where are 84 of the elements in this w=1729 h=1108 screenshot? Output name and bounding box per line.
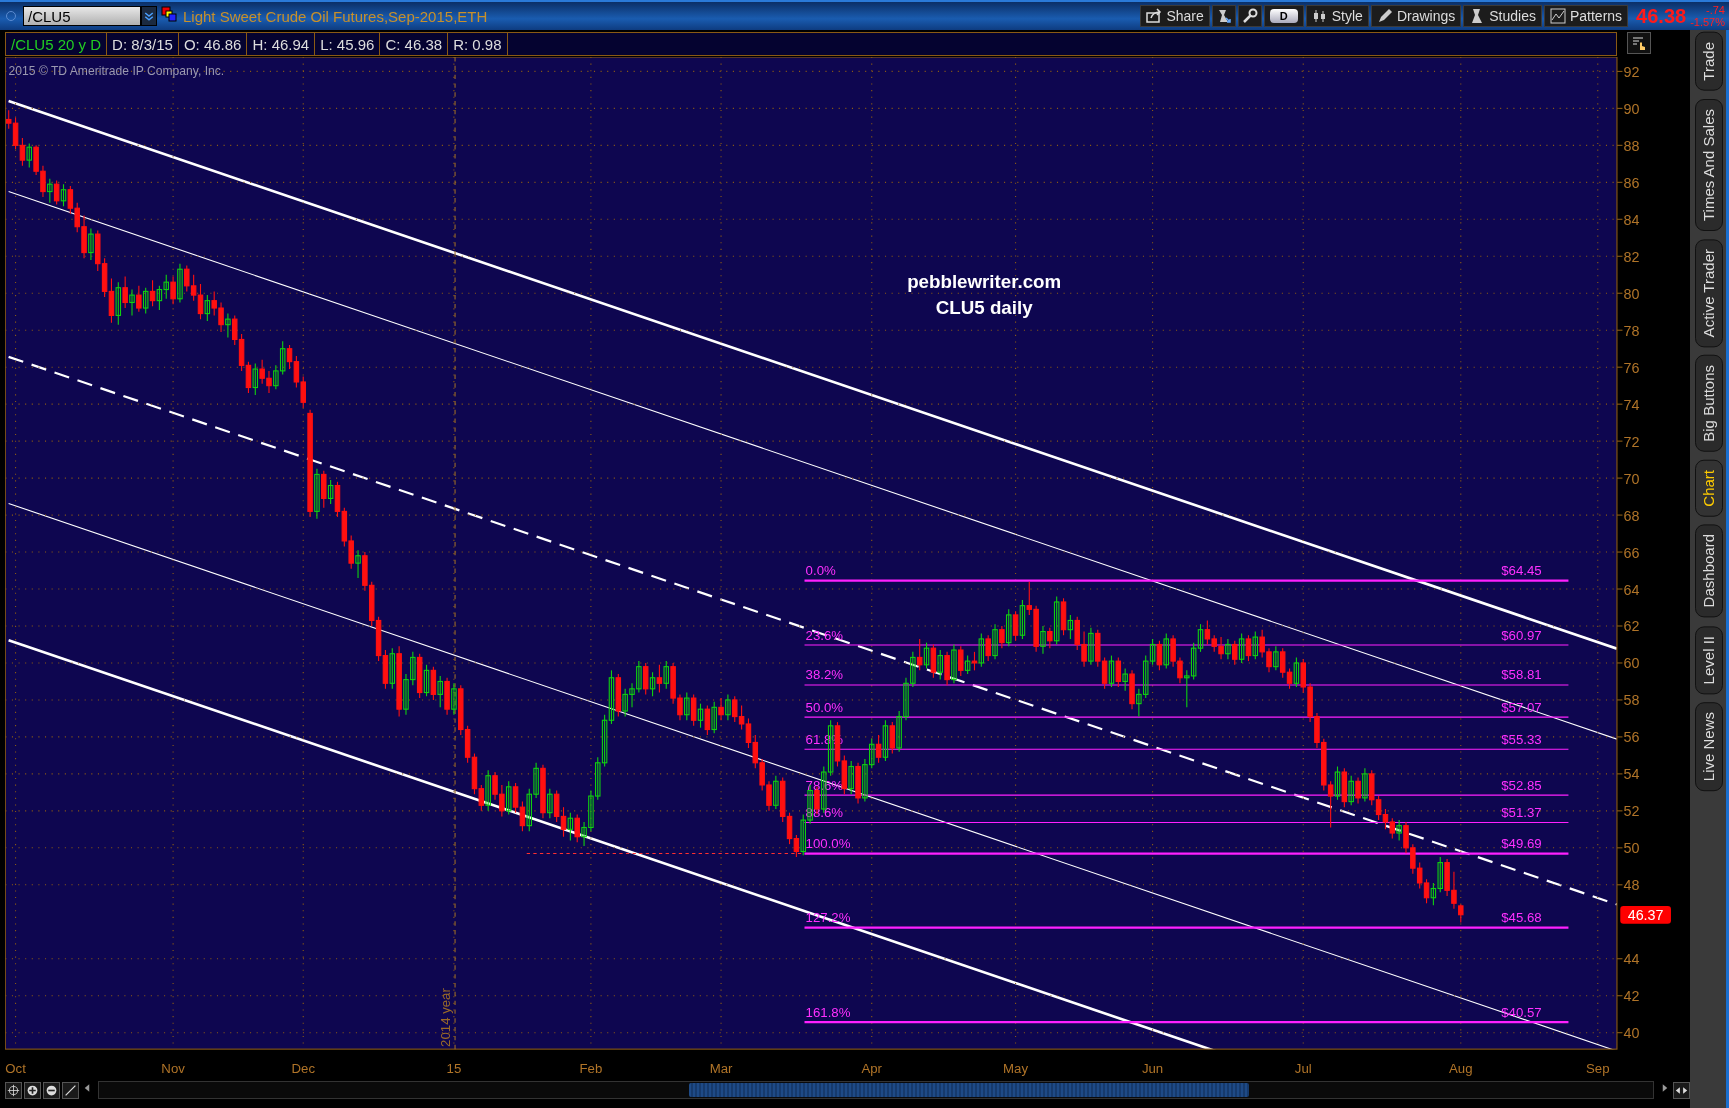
ohlc-value: D: 8/3/15	[107, 33, 179, 55]
current-price-tag: 46.37	[1620, 906, 1671, 924]
price-axis-label: 50	[1623, 840, 1640, 857]
style-button[interactable]: Style	[1305, 5, 1369, 27]
month-label: Feb	[579, 1061, 603, 1077]
price-axis-label: 84	[1623, 211, 1640, 228]
month-label: Oct	[5, 1061, 26, 1077]
price-axis-label: 68	[1623, 507, 1640, 524]
fib-percent-label: 38.2%	[805, 667, 844, 683]
fib-percent-label: 161.8%	[805, 1004, 851, 1020]
sidebar-tab[interactable]: Chart	[1695, 459, 1723, 517]
drawings-button[interactable]: Drawings	[1370, 5, 1462, 27]
price-axis-label: 70	[1623, 470, 1640, 487]
fib-percent-label: 0.0%	[805, 563, 836, 579]
price-axis-label: 72	[1623, 433, 1640, 450]
fib-price-label: $64.45	[1501, 563, 1542, 579]
price-change: -.74	[1706, 4, 1725, 16]
sidebar-tab[interactable]: Trade	[1695, 32, 1723, 91]
last-price: 46.38	[1636, 4, 1687, 28]
sidebar-tab[interactable]: Live News	[1695, 702, 1723, 792]
price-axis-label: 80	[1623, 285, 1640, 302]
percent-change: -1.57%	[1690, 16, 1725, 28]
sidebar-tab[interactable]: Times And Sales	[1695, 98, 1723, 231]
fib-price-label: $49.69	[1501, 836, 1542, 852]
fib-percent-label: 50.0%	[805, 699, 844, 715]
price-axis-label: 92	[1623, 63, 1640, 80]
fib-price-label: $60.97	[1501, 627, 1542, 643]
month-label: Mar	[709, 1061, 733, 1077]
price-axis-label: 88	[1623, 137, 1640, 154]
symbol-period-label: /CLU5 20 y D	[6, 33, 108, 55]
price-axis-label: 58	[1623, 692, 1640, 709]
month-label: Jun	[1141, 1061, 1164, 1077]
ohlc-value: L: 45.96	[315, 33, 381, 55]
sidebar-tab[interactable]: Active Trader	[1695, 238, 1723, 347]
price-axis-label: 48	[1623, 877, 1640, 894]
ohlc-value: O: 46.86	[178, 33, 248, 55]
sidebar-tab[interactable]: Dashboard	[1695, 524, 1723, 618]
month-label: 15	[446, 1061, 462, 1077]
price-axis-label: 44	[1623, 951, 1640, 968]
month-label: May	[1003, 1061, 1029, 1077]
ohlc-value: C: 46.38	[380, 33, 449, 55]
price-axis-label: 90	[1623, 100, 1640, 117]
month-label: Aug	[1449, 1061, 1473, 1077]
price-axis-label: 40	[1623, 1025, 1640, 1042]
fib-price-label: $55.33	[1501, 731, 1542, 747]
symbol-field[interactable]: /CLU5	[23, 6, 141, 26]
chart-note-text: pebblewriter.com	[907, 271, 1062, 293]
fib-price-label: $45.68	[1501, 910, 1542, 926]
price-axis-label: 66	[1623, 544, 1640, 561]
price-axis-label: 62	[1623, 618, 1640, 635]
price-axis-label: 60	[1623, 655, 1640, 672]
price-axis-label: 52	[1623, 803, 1640, 820]
fib-price-label: $52.85	[1501, 777, 1542, 793]
sidebar-tab[interactable]: Level II	[1695, 625, 1723, 695]
price-axis-label: 76	[1623, 359, 1640, 376]
share-button[interactable]: Share	[1140, 5, 1210, 27]
fib-price-label: $40.57	[1501, 1004, 1542, 1020]
fib-price-label: $58.81	[1501, 667, 1542, 683]
price-axis-label: 86	[1623, 174, 1640, 191]
sidebar-tab[interactable]: Big Buttons	[1695, 355, 1723, 452]
month-label: Sep	[1586, 1061, 1610, 1077]
price-axis-label: 82	[1623, 248, 1640, 265]
studies-button[interactable]: Studies	[1463, 5, 1542, 27]
fib-price-label: $51.37	[1501, 805, 1542, 820]
month-label: Jul	[1294, 1061, 1312, 1077]
copyright-text: 2015 © TD Ameritrade IP Company, Inc.	[8, 63, 225, 78]
ohlc-value: H: 46.94	[247, 33, 316, 55]
price-axis-label: 42	[1623, 988, 1640, 1005]
price-axis-label: 56	[1623, 729, 1640, 746]
price-axis-label: 74	[1623, 396, 1640, 413]
patterns-button[interactable]: Patterns	[1543, 5, 1629, 27]
instrument-title: Light Sweet Crude Oil Futures,Sep-2015,ETH	[183, 7, 488, 25]
ohlc-value: R: 0.98	[448, 33, 508, 55]
price-axis-label: 64	[1623, 581, 1640, 598]
price-axis-label: 78	[1623, 322, 1640, 339]
price-axis-label: 54	[1623, 766, 1640, 783]
month-label: Dec	[291, 1061, 315, 1077]
month-label: Nov	[161, 1061, 185, 1077]
period-button[interactable]: D	[1263, 5, 1304, 27]
fib-percent-label: 23.6%	[805, 627, 844, 643]
year-marker-label: 2014 year	[437, 988, 453, 1047]
chart-note-text: CLU5 daily	[935, 296, 1033, 318]
month-label: Apr	[861, 1061, 883, 1077]
fib-percent-label: 100.0%	[805, 836, 851, 852]
